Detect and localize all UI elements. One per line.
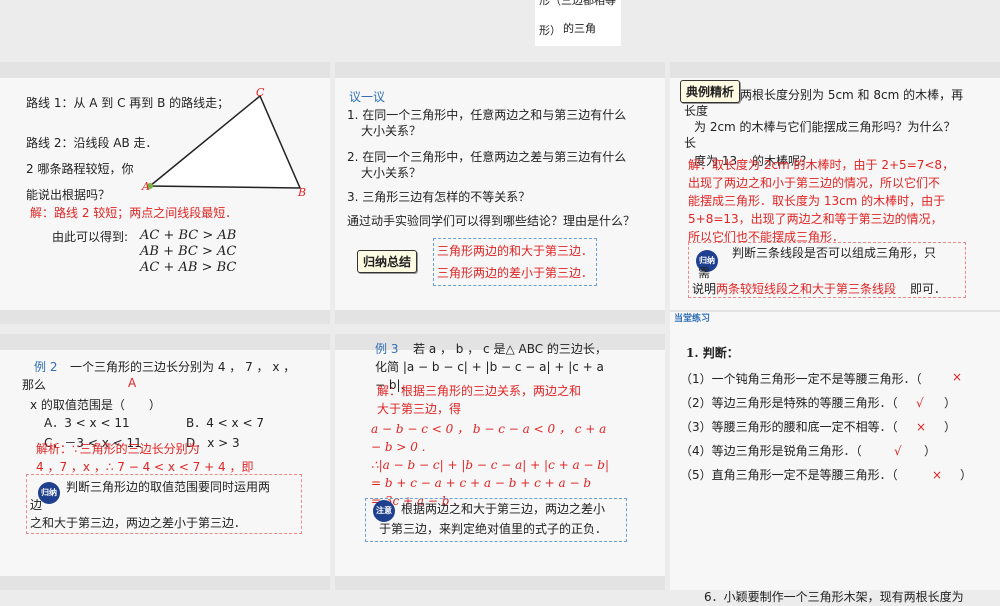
example3-line1: 若 a ， b ， c 是△ ABC 的三边长， — [413, 342, 607, 356]
practice-item: （1）一个钝角三角形一定不是等腰三角形．（ × — [680, 370, 963, 386]
question-2a: 2. 在同一个三角形中，任意两边之差与第三边有什么 — [347, 150, 627, 164]
practice-item: （5）直角三角形一定不是等腰三角形．（ × ） — [680, 468, 973, 482]
slide-route-triangle: 路线 1：从 A 到 C 再到 B 的路线走； 路线 2：沿线段 AB 走． 2… — [0, 62, 330, 324]
derive-text: 由此可以得到: — [52, 230, 129, 244]
answer-mark: √ — [916, 396, 924, 410]
practice-item: （2）等边三角形是特殊的等腰三角形．（ √ ） — [680, 396, 957, 410]
label-a: A — [142, 180, 150, 193]
slide-practice: 当堂练习 1. 判断： （1）一个钝角三角形一定不是等腰三角形．（ × （2）等… — [670, 312, 1000, 590]
solution3-line1: 解：根据三角形的三边关系，两边之和 — [377, 384, 582, 398]
label-c: C — [256, 86, 265, 99]
answer-mark: √ — [894, 444, 902, 458]
note-badge: 注意 — [373, 500, 395, 522]
summary-line1: 判断三角形边的取值范围要同时运用两 — [66, 480, 271, 494]
question-line2: 能说出根据吗？ — [26, 188, 111, 202]
top-fragment-slide: 形（三边都相等 形） 的三角 — [535, 0, 621, 46]
solution-line1: 解：取长度为 2cm 的木棒时，由于 2+5=7<8， — [688, 158, 955, 172]
top-line1: 形（三边都相等 — [539, 0, 616, 7]
solution-line2: 出现了两边之和小于第三边的情况，所以它们不 — [688, 176, 941, 190]
bottom-fragment-text: 6．小颖要制作一个三角形木架，现有两根长度为 — [704, 590, 964, 604]
solution3-line4: − b > 0 . — [371, 440, 426, 454]
question-3: 3. 三角形三边有怎样的不等关系？ — [347, 190, 531, 204]
answer-mark: × — [952, 370, 963, 384]
question-2b: 大小关系？ — [361, 166, 422, 180]
inequality-1: AC + BC > AB — [140, 228, 237, 243]
summary-tag: 归纳总结 — [357, 250, 418, 273]
question-1a: 1. 在同一个三角形中，任意两边之和与第三边有什么 — [347, 108, 627, 122]
example-tag: 典例精析 — [680, 80, 741, 103]
analysis-line1: 解析：∵三角形的三边长分别为 — [36, 442, 200, 456]
conclusion-line3b: 两条较短线段之和大于第三条线段 — [716, 282, 897, 296]
example2-answer: A — [128, 376, 137, 390]
answer-mark: × — [932, 468, 943, 482]
practice-title: 1. 判断： — [686, 346, 739, 360]
conclusion-1: 三角形两边的和大于第三边． — [437, 244, 594, 258]
conclusion-2: 三角形两边的差小于第三边． — [437, 266, 594, 280]
solution3-line3: a − b − c < 0 ， b − c − a < 0 ， c + a — [371, 422, 607, 436]
conclusion-line2: 需 — [698, 266, 711, 280]
problem-line3: 为 2cm 的木棒与它们能摆成三角形吗？为什么？ — [694, 120, 956, 134]
example3-label: 例 3 — [375, 342, 399, 356]
triangle-figure — [147, 94, 302, 189]
option-b: B．4 < x < 7 — [186, 416, 264, 430]
discussion-title: 议一议 — [349, 90, 386, 104]
practice-header: 当堂练习 — [674, 314, 711, 324]
solution3-line5: ∴|a − b − c| + |b − c − a| + |c + a − b| — [371, 458, 610, 472]
slide-example-3: 例 3 若 a ， b ， c 是△ ABC 的三边长， 化简 |a − b −… — [335, 334, 665, 590]
example2-line2: 那么 — [22, 378, 47, 392]
conclusion-line3a: 说明 — [692, 282, 717, 296]
solution-line3: 能摆成三角形．取长度为 13cm 的木棒时，由于 — [688, 194, 946, 208]
solution3-line6: = b + c − a + c + a − b + c + a − b — [371, 476, 592, 490]
answer-mark: × — [916, 420, 927, 434]
problem-line1: 两根长度分别为 5cm 和 8cm 的木棒，再 — [740, 88, 964, 102]
top-line3: 的三角 — [563, 22, 596, 35]
slide-example-2: 例 2 一个三角形的三边长分别为 4 ， 7 ， x ， 那么 A x 的取值范… — [0, 334, 330, 590]
problem-line4: 长 — [684, 136, 697, 150]
example2-line1: 一个三角形的三边长分别为 4 ， 7 ， x ， — [70, 360, 296, 374]
example2-label: 例 2 — [34, 360, 58, 374]
example3-line2: 化简 |a − b − c| + |b − c − a| + |c + a — [375, 360, 604, 374]
question-1b: 大小关系？ — [361, 124, 422, 138]
solution3-line2: 大于第三边，得 — [377, 402, 462, 416]
note-line2: 于第三边，来判定绝对值里的式子的正负． — [379, 522, 608, 536]
summary-line3: 之和大于第三边，两边之差小于第三边． — [30, 516, 247, 530]
question-4: 通过动手实验同学们可以得到哪些结论？理由是什么？ — [347, 214, 636, 228]
example2-line3: x 的取值范围是（ ） — [30, 398, 161, 412]
question-line1: 2 哪条路程较短，你 — [26, 162, 134, 176]
answer-text: 解：路线 2 较短；两点之间线段最短． — [30, 206, 238, 220]
practice-item: （3）等腰三角形的腰和底一定不相等．（ × ） — [680, 420, 957, 434]
slide-discussion: 议一议 1. 在同一个三角形中，任意两边之和与第三边有什么 大小关系？ 2. 在… — [335, 62, 665, 324]
slide-example-analysis: 典例精析 两根长度分别为 5cm 和 8cm 的木棒，再 长度 为 2cm 的木… — [670, 62, 1000, 324]
note-line1: 根据两边之和大于第三边，两边之差小 — [401, 502, 606, 516]
inequality-3: AC + AB > BC — [140, 260, 237, 275]
inequality-2: AB + BC > AC — [140, 244, 237, 259]
practice-list: （1）一个钝角三角形一定不是等腰三角形．（ × （2）等边三角形是特殊的等腰三角… — [680, 370, 990, 492]
summary-line2: 边 — [30, 498, 43, 512]
top-line2: 形） — [539, 24, 561, 37]
label-b: B — [298, 186, 307, 199]
conclusion-line3c: 即可． — [910, 282, 947, 296]
option-a: A．3 < x < 11 — [44, 416, 130, 430]
problem-line2: 长度 — [684, 104, 709, 118]
solution-line4: 5+8=13，出现了两边之和等于第三边的情况， — [688, 212, 943, 226]
practice-item: （4）等边三角形是锐角三角形．（ √ ） — [680, 444, 937, 458]
conclusion-line1: 判断三条线段是否可以组成三角形，只 — [732, 246, 937, 260]
route2-text: 路线 2：沿线段 AB 走． — [26, 136, 158, 150]
